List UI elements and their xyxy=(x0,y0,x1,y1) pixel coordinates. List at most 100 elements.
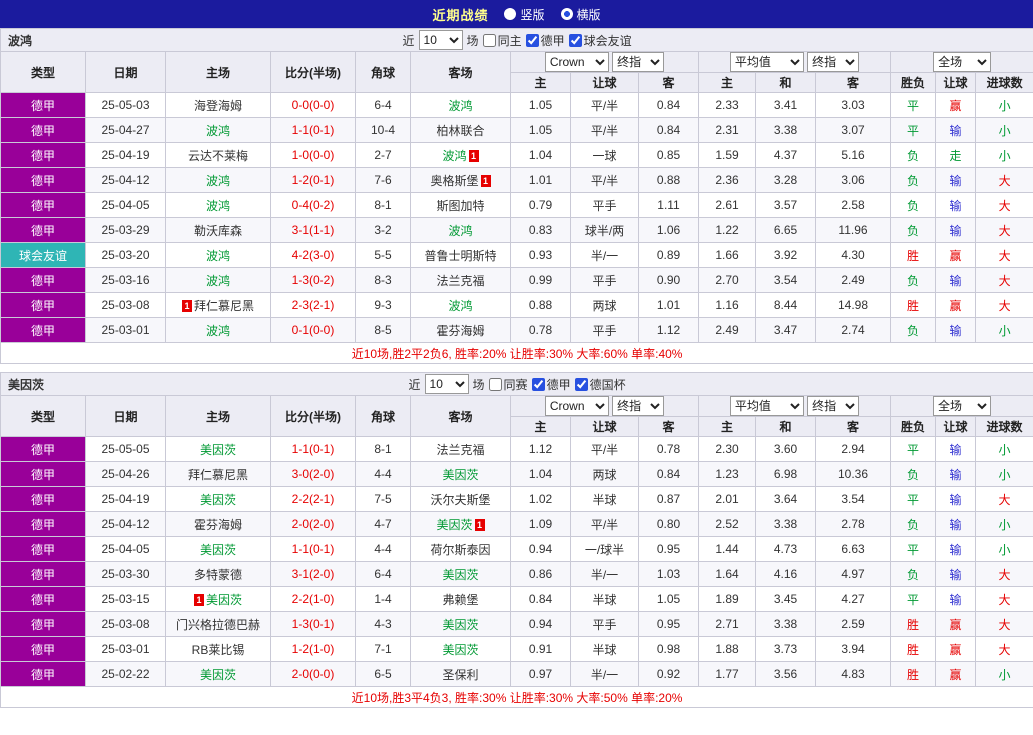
home-team-cell[interactable]: RB莱比锡 xyxy=(165,636,271,662)
filter-checkbox-same-venue-input[interactable] xyxy=(482,33,496,47)
asia-odds-stage-select[interactable]: 终指 xyxy=(612,52,665,72)
league-type-cell: 德甲 xyxy=(0,636,86,662)
asia-odds-stage-select[interactable]: 终指 xyxy=(612,396,665,416)
home-team-cell[interactable]: 美因茨 xyxy=(165,661,271,687)
league-type-cell: 德甲 xyxy=(0,486,86,512)
filter-checkbox-friendly-input[interactable] xyxy=(568,33,582,47)
home-team-cell[interactable]: 美因茨 xyxy=(165,486,271,512)
match-count-select[interactable]: 10 xyxy=(424,374,469,394)
home-team-cell[interactable]: 美因茨 xyxy=(165,536,271,562)
view-radio-vertical[interactable]: 竖版 xyxy=(504,6,545,23)
home-team-cell[interactable]: 1 美因茨 xyxy=(165,586,271,612)
home-team-cell[interactable]: 波鸿 xyxy=(165,317,271,343)
home-team-cell[interactable]: 波鸿 xyxy=(165,117,271,143)
filter-checkbox-bundesliga-input[interactable] xyxy=(525,33,539,47)
asia-away-odds: 0.88 xyxy=(638,167,699,193)
goals-result-cell: 小 xyxy=(974,536,1033,562)
home-team-cell[interactable]: 霍芬海姆 xyxy=(165,511,271,537)
home-team-cell[interactable]: 多特蒙德 xyxy=(165,561,271,587)
filter-checkbox-bundesliga[interactable]: 德甲 xyxy=(525,32,565,49)
view-radio-horizontal[interactable]: 横版 xyxy=(560,6,601,23)
home-team-cell[interactable]: 美因茨 xyxy=(165,436,271,462)
away-team-cell[interactable]: 美因茨 xyxy=(410,561,511,587)
euro-draw-odds: 4.16 xyxy=(755,561,816,587)
filter-checkbox-same-venue[interactable]: 同主 xyxy=(482,32,522,49)
away-team-cell[interactable]: 美因茨 xyxy=(410,611,511,637)
view-radio-vertical-input[interactable] xyxy=(504,8,517,20)
table-row: 德甲 25-04-26 拜仁慕尼黑 3-0(2-0) 4-4 美因茨 1.04 两球 0.84 1… xyxy=(0,461,1033,487)
table-row: 德甲 25-04-05 美因茨 1-1(0-1) 4-4 荷尔斯泰因 0.94 一/球半 0.9… xyxy=(0,536,1033,562)
scope-select[interactable]: 全场 xyxy=(933,396,992,416)
home-team-cell[interactable]: 勒沃库森 xyxy=(165,217,271,243)
away-team-cell[interactable]: 沃尔夫斯堡 xyxy=(410,486,511,512)
away-team-cell[interactable]: 荷尔斯泰因 xyxy=(410,536,511,562)
home-team-cell[interactable]: 波鸿 xyxy=(165,192,271,218)
filter-checkbox-bundesliga[interactable]: 德甲 xyxy=(531,376,571,393)
scope-select[interactable]: 全场 xyxy=(933,52,992,72)
filter-checkbox-same-competition[interactable]: 同赛 xyxy=(488,376,528,393)
col-date: 日期 xyxy=(85,395,166,437)
away-team-cell[interactable]: 霍芬海姆 xyxy=(410,317,511,343)
col-asia-handicap: 让球 xyxy=(570,72,639,93)
home-team-cell[interactable]: 门兴格拉德巴赫 xyxy=(165,611,271,637)
away-team-cell[interactable]: 法兰克福 xyxy=(410,436,511,462)
home-team-cell[interactable]: 波鸿 xyxy=(165,267,271,293)
away-team-cell[interactable]: 波鸿 xyxy=(410,292,511,318)
asia-away-odds: 0.89 xyxy=(638,242,699,268)
score-cell: 4-2(3-0) xyxy=(270,242,356,268)
away-team-cell[interactable]: 美因茨 xyxy=(410,636,511,662)
euro-draw-odds: 3.92 xyxy=(755,242,816,268)
home-team-cell[interactable]: 海登海姆 xyxy=(165,92,271,118)
home-team-cell[interactable]: 云达不莱梅 xyxy=(165,142,271,168)
away-team-cell[interactable]: 弗赖堡 xyxy=(410,586,511,612)
away-team-cell[interactable]: 圣保利 xyxy=(410,661,511,687)
away-team-cell[interactable]: 奥格斯堡 1 xyxy=(410,167,511,193)
bookmaker-select[interactable]: Crown xyxy=(544,396,609,416)
table-row: 德甲 25-03-16 波鸿 1-3(0-2) 8-3 法兰克福 0.99 平手 0.90 2.7… xyxy=(0,267,1033,293)
euro-home-odds: 1.66 xyxy=(698,242,756,268)
table-row: 德甲 25-03-08 门兴格拉德巴赫 1-3(0-1) 4-3 美因茨 0.94 平手 0.9… xyxy=(0,611,1033,637)
away-team-cell[interactable]: 波鸿 xyxy=(410,92,511,118)
euro-odds-type-select[interactable]: 平均值 xyxy=(729,52,804,72)
filter-checkbox-friendly[interactable]: 球会友谊 xyxy=(568,32,632,49)
corner-cell: 8-3 xyxy=(355,267,411,293)
euro-odds-stage-select[interactable]: 终指 xyxy=(807,396,860,416)
home-team-cell[interactable]: 1 拜仁慕尼黑 xyxy=(165,292,271,318)
section-team-name: 美因茨 xyxy=(8,377,45,392)
filter-checkbox-same-competition-input[interactable] xyxy=(488,377,502,391)
euro-draw-odds: 3.38 xyxy=(755,117,816,143)
away-team-cell[interactable]: 波鸿 1 xyxy=(410,142,511,168)
asia-handicap: 半/一 xyxy=(570,661,639,687)
col-euro-draw: 和 xyxy=(755,416,816,437)
euro-away-odds: 3.94 xyxy=(815,636,891,662)
view-radio-horizontal-input[interactable] xyxy=(560,8,573,20)
home-team-cell[interactable]: 拜仁慕尼黑 xyxy=(165,461,271,487)
euro-draw-odds: 3.54 xyxy=(755,267,816,293)
away-team-cell[interactable]: 波鸿 xyxy=(410,217,511,243)
away-team-cell[interactable]: 斯图加特 xyxy=(410,192,511,218)
bookmaker-select[interactable]: Crown xyxy=(544,52,609,72)
match-date-cell: 25-04-12 xyxy=(85,167,166,193)
asia-home-odds: 1.04 xyxy=(510,142,571,168)
match-count-select[interactable]: 10 xyxy=(418,30,463,50)
asia-home-odds: 0.94 xyxy=(510,611,571,637)
team-name: 云达不莱梅 xyxy=(187,148,248,163)
filter-checkbox-dfb-pokal[interactable]: 德国杯 xyxy=(574,376,626,393)
euro-odds-stage-select[interactable]: 终指 xyxy=(807,52,860,72)
away-team-cell[interactable]: 柏林联合 xyxy=(410,117,511,143)
filter-checkbox-dfb-pokal-input[interactable] xyxy=(574,377,588,391)
team-name: 波鸿 xyxy=(448,98,473,113)
away-team-cell[interactable]: 美因茨 xyxy=(410,461,511,487)
filter-checkbox-bundesliga-input[interactable] xyxy=(531,377,545,391)
away-team-cell[interactable]: 普鲁士明斯特 xyxy=(410,242,511,268)
team-name: 美因茨 xyxy=(442,642,479,657)
asia-home-odds: 1.01 xyxy=(510,167,571,193)
home-team-cell[interactable]: 波鸿 xyxy=(165,242,271,268)
euro-odds-type-select[interactable]: 平均值 xyxy=(729,396,804,416)
asia-home-odds: 0.86 xyxy=(510,561,571,587)
home-team-cell[interactable]: 波鸿 xyxy=(165,167,271,193)
away-team-cell[interactable]: 法兰克福 xyxy=(410,267,511,293)
away-team-cell[interactable]: 美因茨 1 xyxy=(410,511,511,537)
goals-result-cell: 大 xyxy=(974,217,1033,243)
score-cell: 1-3(0-2) xyxy=(270,267,356,293)
